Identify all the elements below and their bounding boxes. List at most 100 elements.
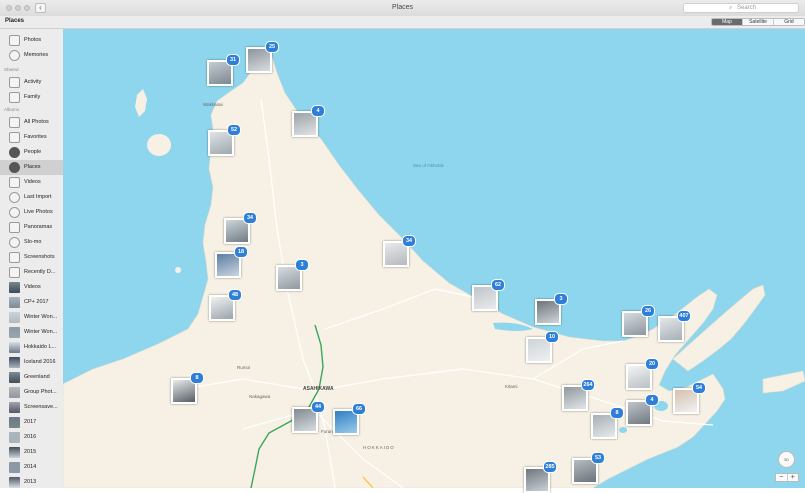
sidebar-item-slo-mo[interactable]: Slo-mo	[0, 235, 63, 250]
sidebar-item-label: All Photos	[24, 119, 49, 125]
photo-count-badge: 407	[677, 310, 691, 322]
sidebar-item-photos[interactable]: Photos	[0, 33, 63, 48]
map-label-hokkaido: HOKKAIDO	[363, 445, 395, 450]
compass-button[interactable]: 3D	[778, 451, 795, 468]
sidebar-item-hokkaido-l[interactable]: Hokkaido L...	[0, 340, 63, 355]
sidebar-item-people[interactable]: People	[0, 145, 63, 160]
sidebar-item-group-phot[interactable]: Group Phot...	[0, 385, 63, 400]
photo-count-badge: 25	[265, 41, 279, 53]
photo-count-badge: 3	[554, 293, 568, 305]
album-thumbnail-icon	[9, 312, 20, 323]
sidebar-item-label: Screensave...	[24, 404, 58, 410]
photo-cluster-pin[interactable]: 31	[207, 54, 240, 86]
search-icon: ⌕	[729, 5, 733, 11]
photo-cluster-pin[interactable]: 34	[224, 212, 257, 244]
sidebar-item-places[interactable]: Places	[0, 160, 63, 175]
sidebar: Shared Albums Photos Memories Activity Fami…	[0, 29, 64, 488]
photo-cluster-pin[interactable]: 8	[591, 407, 624, 439]
map-label-nakagawa: Nakagawa	[249, 394, 271, 399]
photo-cluster-pin[interactable]: 8	[171, 372, 204, 404]
photo-count-badge: 53	[591, 452, 605, 464]
zoom-in-button[interactable]: +	[786, 474, 799, 481]
sidebar-item-winter-won[interactable]: Winter Won...	[0, 310, 63, 325]
photo-cluster-pin[interactable]: 10	[526, 331, 559, 363]
sidebar-item-label: Winter Won...	[24, 329, 58, 335]
sidebar-item-2017[interactable]: 2017	[0, 415, 63, 430]
sidebar-item-screensave[interactable]: Screensave...	[0, 400, 63, 415]
live-photo-icon	[9, 207, 20, 218]
sidebar-item-2013[interactable]: 2013	[0, 475, 63, 488]
photo-cluster-pin[interactable]: 3	[276, 259, 309, 291]
photo-cluster-pin[interactable]: 62	[472, 279, 505, 311]
sidebar-item-2014[interactable]: 2014	[0, 460, 63, 475]
title-bar: ‹ Places ⌕ Search	[0, 0, 805, 17]
sidebar-item-label: Activity	[24, 79, 42, 85]
sidebar-item-memories[interactable]: Memories	[0, 48, 63, 63]
sidebar-item-family[interactable]: Family	[0, 90, 63, 105]
person-icon	[9, 147, 20, 158]
sidebar-item-label: Winter Won...	[24, 314, 58, 320]
photo-cluster-pin[interactable]: 26	[622, 305, 655, 337]
album-thumbnail-icon	[9, 462, 20, 473]
sidebar-item-2016[interactable]: 2016	[0, 430, 63, 445]
search-field[interactable]: ⌕ Search	[683, 3, 799, 13]
sidebar-item-recently-d[interactable]: Recently D...	[0, 265, 63, 280]
sidebar-item-activity[interactable]: Activity	[0, 75, 63, 90]
photo-cluster-pin[interactable]: 4	[626, 394, 659, 426]
grid-view-button[interactable]: Grid	[773, 19, 804, 25]
sidebar-item-label: Greenland	[24, 374, 50, 380]
rishiri-island	[147, 134, 172, 156]
trash-icon	[9, 267, 20, 278]
satellite-view-button[interactable]: Satellite	[742, 19, 773, 25]
album-thumbnail-icon	[9, 417, 20, 428]
sidebar-item-label: Last Import	[24, 194, 52, 200]
map-label-kitami: Kitami	[505, 384, 518, 389]
sidebar-item-label: 2014	[24, 464, 37, 470]
photo-cluster-pin[interactable]: 54	[673, 382, 706, 414]
sidebar-item-videos[interactable]: Videos	[0, 280, 63, 295]
photo-count-badge: 18	[234, 246, 248, 258]
sidebar-item-label: Memories	[24, 52, 49, 58]
sidebar-item-favorites[interactable]: Favorites	[0, 130, 63, 145]
album-thumbnail-icon	[9, 387, 20, 398]
photo-cluster-pin[interactable]: 53	[572, 452, 605, 484]
sidebar-item-last-import[interactable]: Last Import	[0, 190, 63, 205]
sidebar-item-label: 2013	[24, 479, 37, 485]
sidebar-item-iceland-2016[interactable]: Iceland 2016	[0, 355, 63, 370]
photo-cluster-pin[interactable]: 285	[524, 461, 557, 493]
photo-cluster-pin[interactable]: 407	[658, 310, 691, 342]
photo-cluster-pin[interactable]: 4	[292, 105, 325, 137]
map-view-button[interactable]: Map	[712, 19, 742, 25]
photo-count-badge: 8	[610, 407, 624, 419]
sidebar-item-winter-won[interactable]: Winter Won...	[0, 325, 63, 340]
photo-cluster-pin[interactable]: 34	[383, 235, 416, 267]
zoom-out-button[interactable]: −	[776, 474, 787, 481]
map-label-rumoi: Rumoi	[237, 365, 251, 370]
sidebar-item-cp-2017[interactable]: CP+ 2017	[0, 295, 63, 310]
sidebar-item-all-photos[interactable]: All Photos	[0, 115, 63, 130]
photo-cluster-pin[interactable]: 18	[215, 246, 248, 278]
photo-cluster-pin[interactable]: 3	[535, 293, 568, 325]
photo-cluster-pin[interactable]: 52	[208, 124, 241, 156]
map-view[interactable]: Wakkanai Sea of Okhotsk ASAHIKAWA HOKKAI…	[62, 29, 805, 493]
sidebar-item-label: Recently D...	[24, 269, 56, 275]
photo-cluster-pin[interactable]: 44	[292, 401, 325, 433]
sidebar-item-greenland[interactable]: Greenland	[0, 370, 63, 385]
album-thumbnail-icon	[9, 447, 20, 458]
photo-cluster-pin[interactable]: 25	[246, 41, 279, 73]
sidebar-header-shared: Shared	[4, 67, 19, 72]
sidebar-item-panoramas[interactable]: Panoramas	[0, 220, 63, 235]
sidebar-item-2015[interactable]: 2015	[0, 445, 63, 460]
sidebar-item-screenshots[interactable]: Screenshots	[0, 250, 63, 265]
photo-cluster-pin[interactable]: 66	[333, 403, 366, 435]
photo-count-badge: 31	[226, 54, 240, 66]
photo-cluster-pin[interactable]: 48	[209, 289, 242, 321]
sidebar-item-label: Panoramas	[24, 224, 53, 230]
photo-cluster-pin[interactable]: 20	[626, 358, 659, 390]
screenshot-icon	[9, 252, 20, 263]
photo-cluster-pin[interactable]: 264	[562, 379, 595, 411]
sidebar-item-live-photos[interactable]: Live Photos	[0, 205, 63, 220]
photo-count-badge: 4	[311, 105, 325, 117]
photo-count-badge: 34	[243, 212, 257, 224]
sidebar-item-videos[interactable]: Videos	[0, 175, 63, 190]
